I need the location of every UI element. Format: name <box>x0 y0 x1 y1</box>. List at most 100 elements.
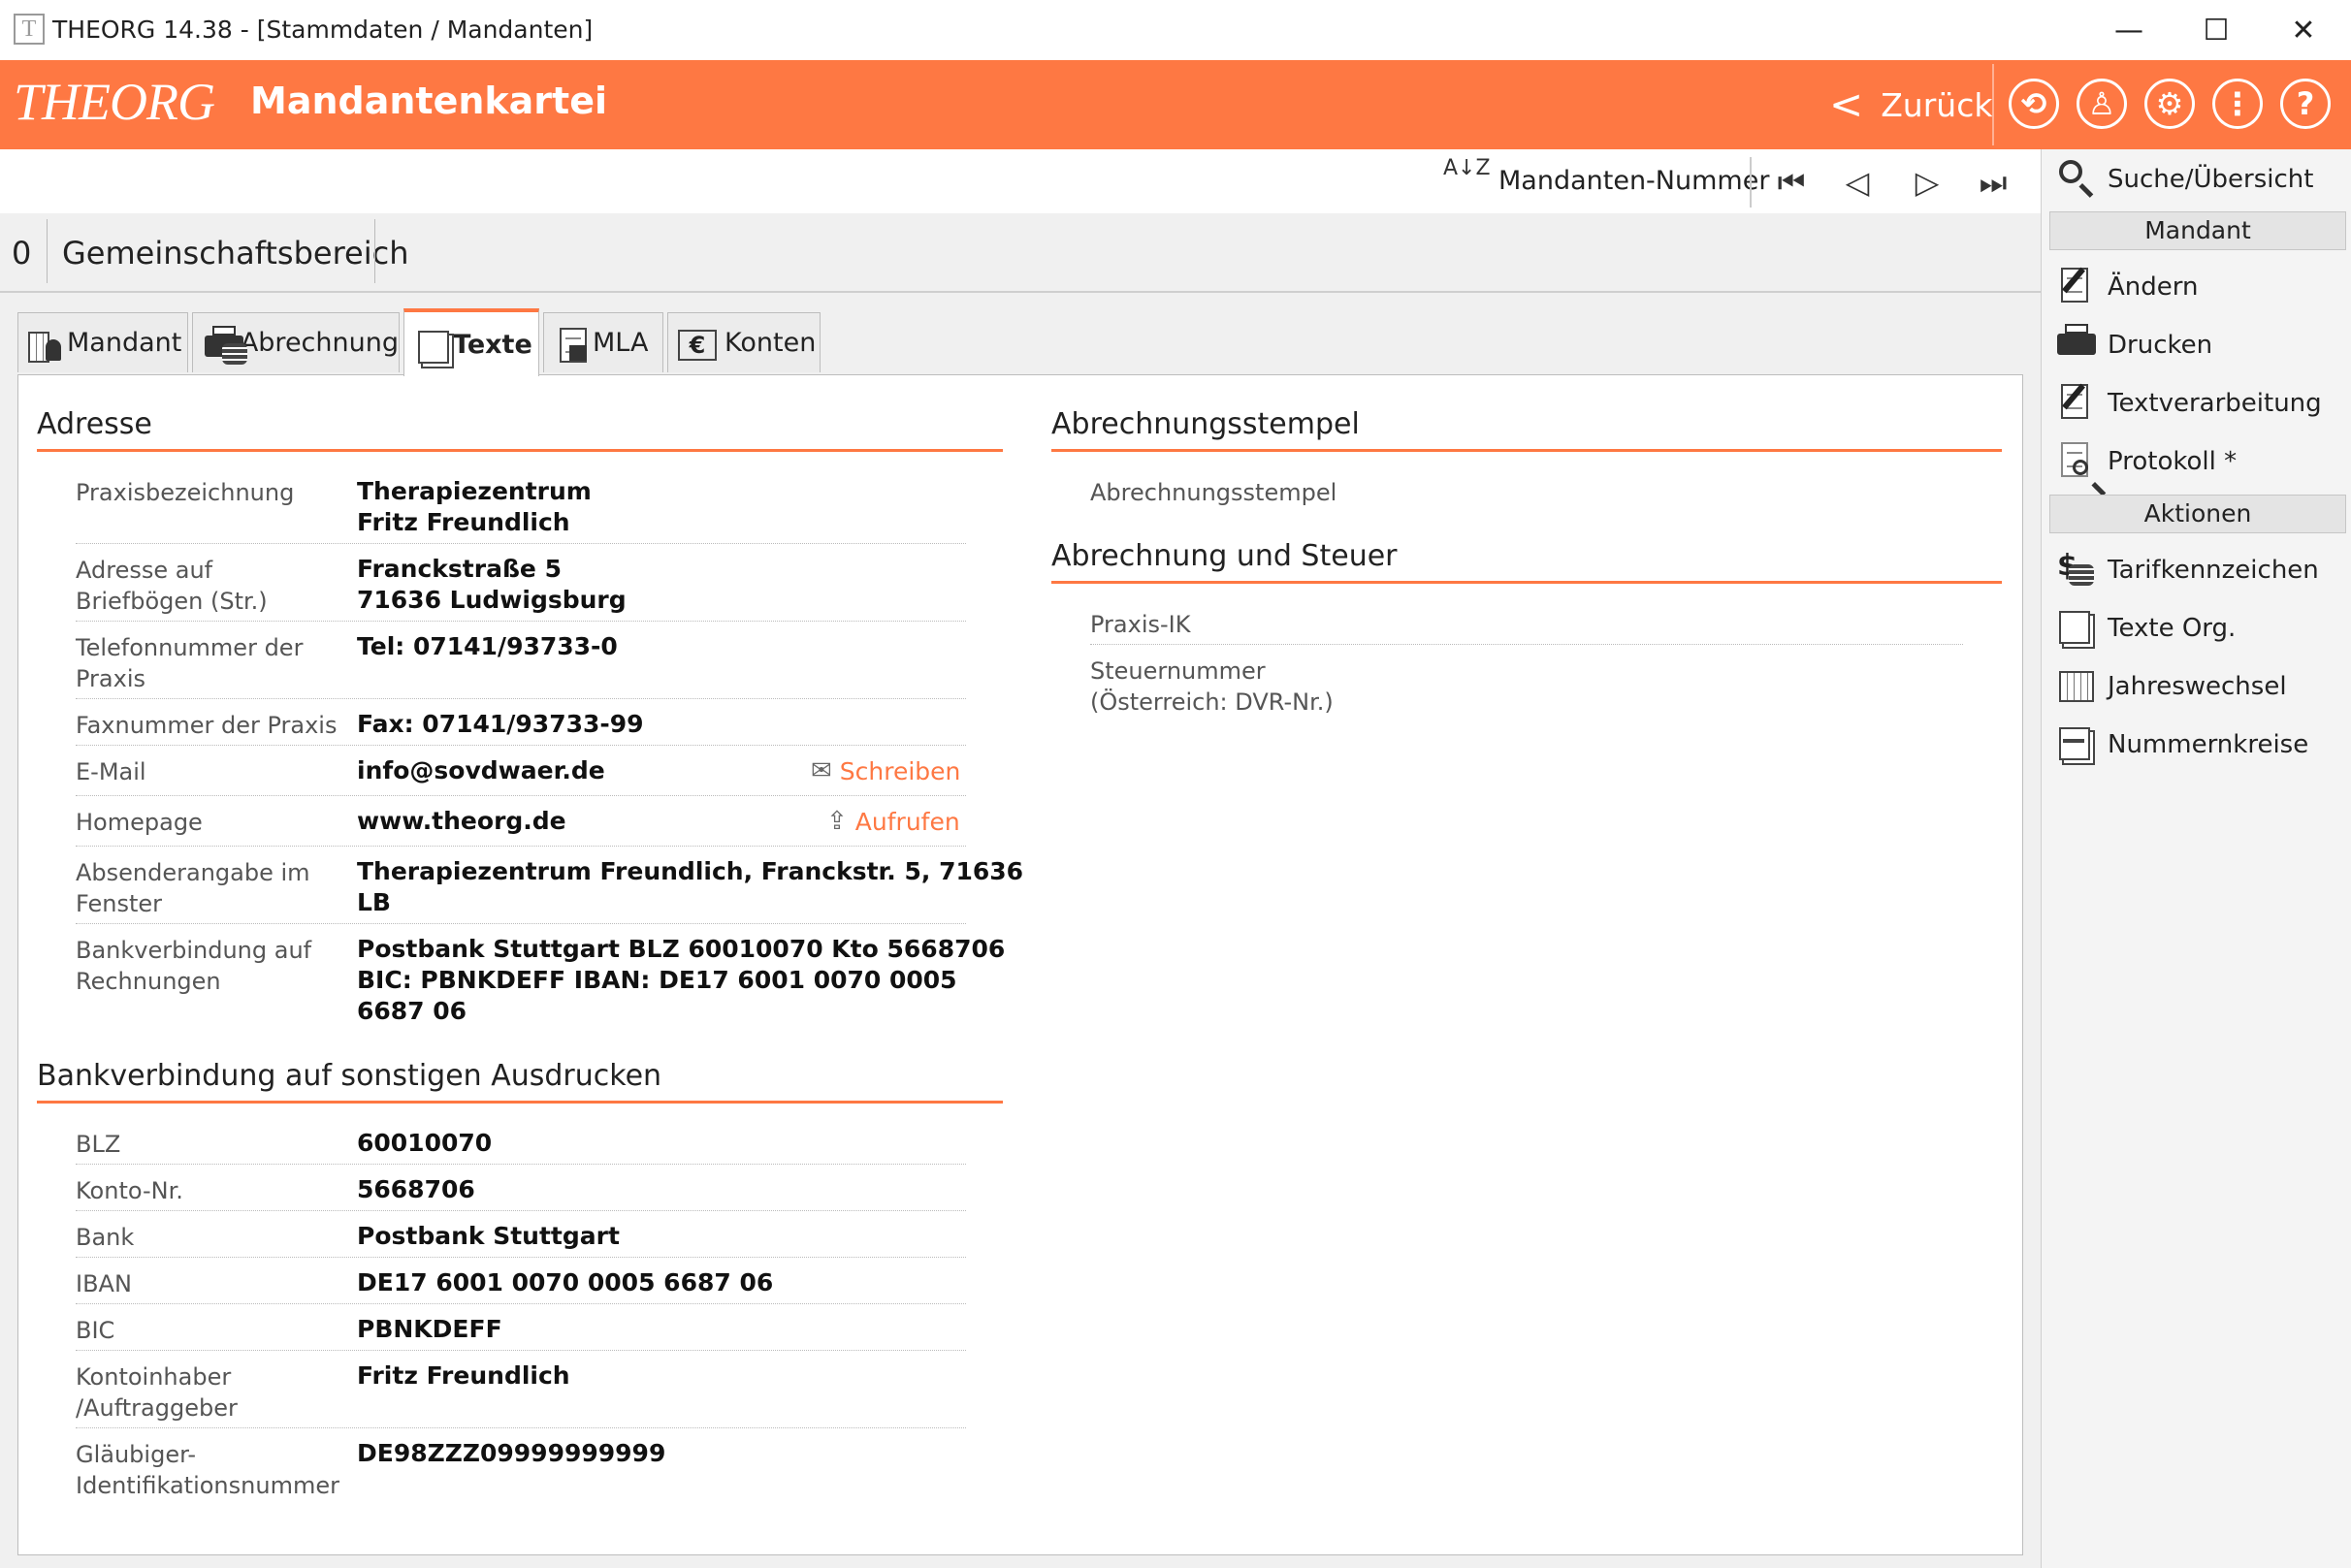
row-divider <box>76 1303 966 1304</box>
printer-icon <box>2053 322 2100 368</box>
value-adresse-briefboegen: Franckstraße 5 71636 Ludwigsburg <box>357 555 627 614</box>
sort-az-icon[interactable]: A↓Z <box>1443 157 1492 208</box>
print-button[interactable]: Drucken <box>2053 319 2344 371</box>
row-divider <box>76 543 966 544</box>
texts-org-button[interactable]: Texte Org. <box>2053 602 2344 655</box>
label-telefonnummer: Telefonnummer der Praxis <box>76 634 304 692</box>
next-record-icon[interactable]: ▷ <box>1901 157 1953 208</box>
edit-button[interactable]: Ändern <box>2053 261 2344 313</box>
building-person-icon <box>26 324 61 363</box>
row-divider <box>76 1257 966 1258</box>
row-divider <box>1090 644 1963 645</box>
row-divider <box>76 621 966 622</box>
label-absenderangabe: Absenderangabe im Fenster <box>76 859 310 917</box>
group-header-mandant: Mandant <box>2049 211 2346 250</box>
tab-abrechnung[interactable]: Abrechnung <box>192 312 400 372</box>
chevron-left-icon: < <box>1829 80 1864 128</box>
documents-icon <box>412 325 449 364</box>
user-support-icon[interactable]: ♙ <box>2070 70 2134 138</box>
label-praxisbezeichnung: Praxisbezeichnung <box>76 479 295 506</box>
value-blz: 60010070 <box>357 1129 493 1157</box>
row-divider <box>76 745 966 746</box>
label-steuernummer: Steuernummer (Österreich: DVR-Nr.) <box>1090 657 1334 716</box>
window-title: THEORG 14.38 - [Stammdaten / Mandanten] <box>52 16 594 44</box>
year-change-button[interactable]: Jahreswechsel <box>2053 660 2344 713</box>
calendar-icon <box>2053 663 2100 710</box>
value-konto-nr: 5668706 <box>357 1175 475 1203</box>
label-konto-nr: Konto-Nr. <box>76 1177 183 1204</box>
tools-icon[interactable]: ⚙ <box>2138 70 2202 138</box>
text-processing-button[interactable]: Textverarbeitung <box>2053 377 2344 430</box>
row-divider <box>76 698 966 699</box>
help-icon[interactable]: ? <box>2273 70 2337 138</box>
label-blz: BLZ <box>76 1131 121 1158</box>
label-faxnummer: Faxnummer der Praxis <box>76 712 338 739</box>
email-write-link[interactable]: ✉ Schreiben <box>811 756 960 785</box>
first-record-icon[interactable]: ⏮ <box>1765 157 1818 208</box>
text-processing-icon <box>2053 380 2100 427</box>
header-separator <box>1992 64 1994 145</box>
previous-record-icon[interactable]: ◁ <box>1831 157 1884 208</box>
search-icon <box>2053 156 2100 203</box>
homepage-open-link[interactable]: ⇪ Aufrufen <box>826 807 960 836</box>
texte-panel <box>17 374 2023 1555</box>
record-name: Gemeinschaftsbereich <box>62 235 409 272</box>
section-underline <box>1051 581 2002 584</box>
tab-konten[interactable]: € Konten <box>667 312 821 372</box>
tab-texte[interactable]: Texte <box>403 308 539 376</box>
value-glaeubiger-id: DE98ZZZ09999999999 <box>357 1439 666 1467</box>
section-underline <box>1051 449 2002 452</box>
value-kontoinhaber: Fritz Freundlich <box>357 1361 570 1390</box>
label-iban: IBAN <box>76 1270 132 1297</box>
back-button[interactable]: < Zurück <box>1829 76 1992 134</box>
record-id: 0 <box>12 235 32 272</box>
page-title: Mandantenkartei <box>250 80 608 122</box>
last-record-icon[interactable]: ⏭ <box>1967 157 2019 208</box>
value-homepage: www.theorg.de <box>357 807 566 835</box>
section-underline <box>37 449 1003 452</box>
value-bic: PBNKDEFF <box>357 1315 502 1343</box>
label-bic: BIC <box>76 1317 115 1344</box>
label-kontoinhaber: Kontoinhaber /Auftraggeber <box>76 1363 238 1422</box>
value-telefonnummer: Tel: 07141/93733-0 <box>357 632 618 660</box>
history-icon[interactable]: ⟲ <box>2002 70 2066 138</box>
label-email: E-Mail <box>76 758 146 785</box>
euro-bank-icon: € <box>676 324 719 363</box>
tab-mla[interactable]: MLA <box>543 312 663 372</box>
record-header: 0 Gemeinschaftsbereich <box>0 213 2041 293</box>
theorg-logo: THEORG <box>14 73 215 131</box>
label-homepage: Homepage <box>76 809 203 836</box>
sort-field-label[interactable]: Mandanten-Nummer <box>1498 166 1769 196</box>
back-button-label: Zurück <box>1881 85 1993 124</box>
envelope-icon: ✉ <box>811 756 832 785</box>
value-praxisbezeichnung: Therapiezentrum Fritz Freundlich <box>357 477 592 536</box>
open-link-icon: ⇪ <box>826 807 848 836</box>
number-range-icon <box>2053 721 2100 768</box>
tariff-coins-icon: $ <box>2053 547 2100 593</box>
app-header: THEORG Mandantenkartei < Zurück ⟲ ♙ ⚙ ⋮ … <box>0 60 2351 149</box>
row-divider <box>76 1350 966 1351</box>
toolbar-separator <box>1750 157 1752 208</box>
tariff-codes-button[interactable]: $ Tarifkennzeichen <box>2053 544 2344 596</box>
document-save-icon <box>552 324 587 363</box>
value-email: info@sovdwaer.de <box>357 756 605 784</box>
label-glaeubiger-id: Gläubiger- Identifikationsnummer <box>76 1441 339 1499</box>
label-adresse-briefboegen: Adresse auf Briefbögen (Str.) <box>76 557 268 615</box>
number-ranges-button[interactable]: Nummernkreise <box>2053 719 2344 771</box>
minimize-button[interactable]: — <box>2085 6 2173 54</box>
close-button[interactable]: ✕ <box>2260 6 2347 54</box>
row-divider <box>76 1427 966 1428</box>
more-options-icon[interactable]: ⋮ <box>2206 70 2270 138</box>
maximize-button[interactable]: ☐ <box>2173 6 2260 54</box>
search-overview-button[interactable]: Suche/Übersicht <box>2053 153 2344 206</box>
row-divider <box>76 1210 966 1211</box>
value-iban: DE17 6001 0070 0005 6687 06 <box>357 1268 774 1296</box>
row-divider <box>76 795 966 796</box>
value-absenderangabe: Therapiezentrum Freundlich, Franckstr. 5… <box>357 857 1024 916</box>
row-divider <box>76 923 966 924</box>
section-title-stempel: Abrechnungsstempel <box>1051 407 1360 441</box>
protocol-button[interactable]: Protokoll * <box>2053 435 2344 488</box>
label-bank: Bank <box>76 1224 135 1251</box>
label-bankverbindung-rechnungen: Bankverbindung auf Rechnungen <box>76 937 312 995</box>
tab-mandant[interactable]: Mandant <box>17 312 188 372</box>
